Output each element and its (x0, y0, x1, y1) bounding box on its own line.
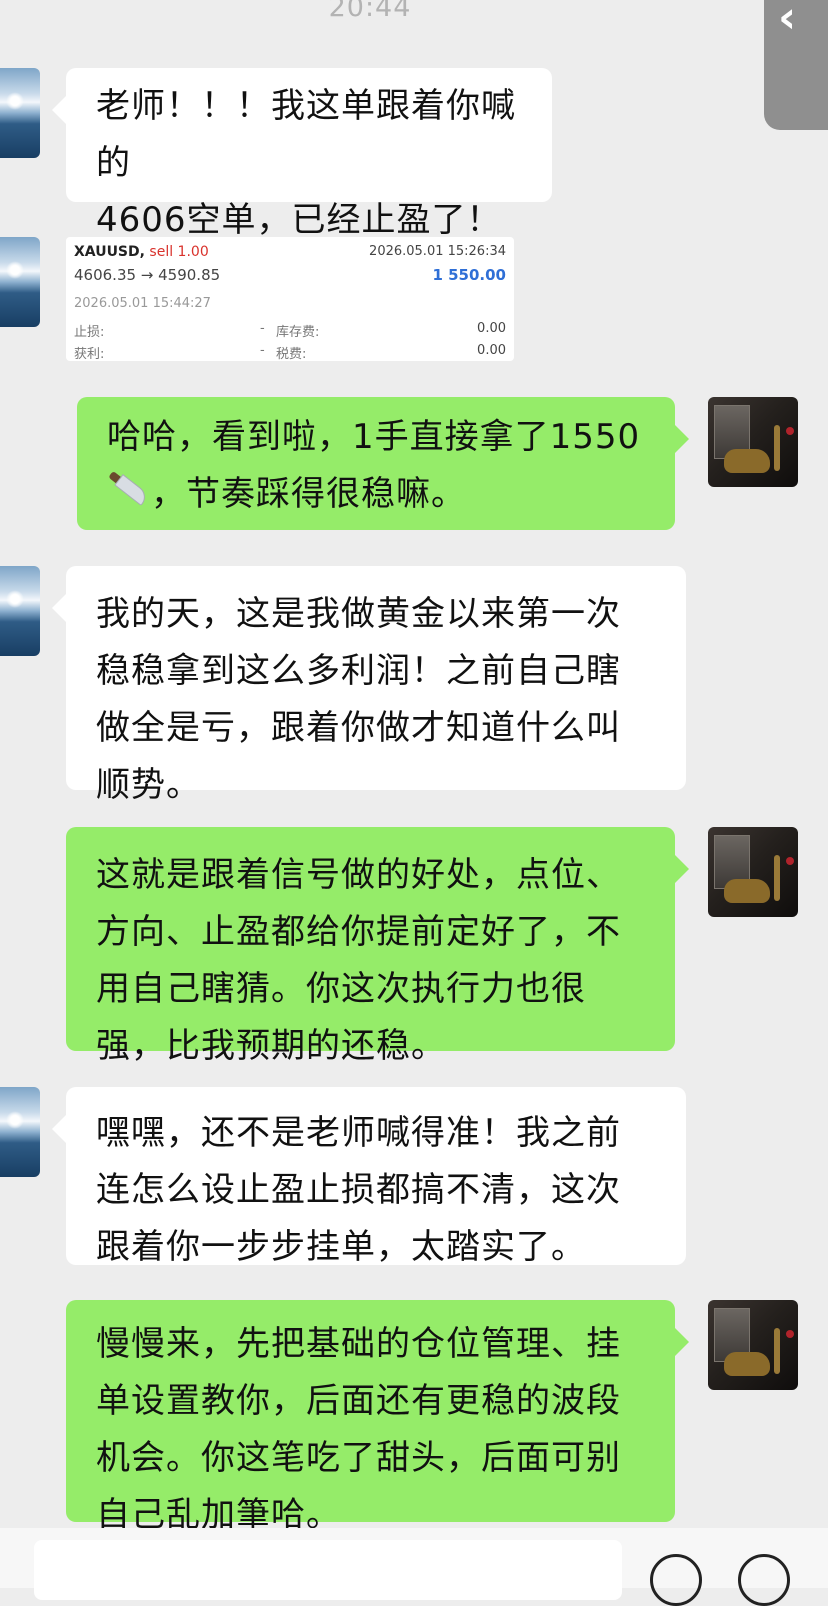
take-profit-value: - (260, 343, 265, 358)
message-bubble[interactable]: 哈哈，看到啦，1手直接拿了1550 ，节奏踩得很稳嘛。 (77, 397, 689, 530)
message-line: 用自己瞎猜。你这次执行力也很 (96, 969, 586, 1009)
message-line: 顺势。 (96, 765, 201, 805)
message-line: 连怎么设止盈止损都搞不清，这次 (96, 1170, 621, 1210)
message-bubble[interactable]: 嘿嘿，还不是老师喊得准！我之前 连怎么设止盈止损都搞不清，这次 跟着你一步步挂单… (52, 1087, 686, 1267)
my-avatar[interactable] (708, 1300, 798, 1390)
trade-price-range: 4606.35 → 4590.85 (74, 266, 221, 284)
message-line: 这就是跟着信号做的好处，点位、 (96, 855, 621, 895)
stop-loss-label: 止损: (74, 325, 105, 340)
message-line: 做全是亏，跟着你做才知道什么叫 (96, 708, 621, 748)
swap-label: 库存费: (276, 325, 320, 340)
message-input[interactable] (34, 1540, 622, 1600)
message-line: 哈哈，看到啦，1手直接拿了1550 (107, 417, 641, 457)
trade-symbol: XAUUSD, (74, 244, 145, 260)
my-avatar[interactable] (708, 827, 798, 917)
message-line: 跟着你一步步挂单，太踏实了。 (96, 1227, 586, 1267)
contact-avatar[interactable] (0, 566, 40, 656)
message-bubble[interactable]: 慢慢来，先把基础的仓位管理、挂 单设置教你，后面还有更稳的波段 机会。你这笔吃了… (66, 1300, 689, 1535)
message-line: 单设置教你，后面还有更稳的波段 (96, 1381, 621, 1421)
emoji-icon[interactable] (650, 1554, 702, 1606)
input-bar (0, 1528, 828, 1606)
status-time: 20:44 (328, 0, 412, 23)
message-line: 机会。你这笔吃了甜头，后面可别 (96, 1438, 621, 1478)
message-line: 强，比我预期的还稳。 (96, 1026, 446, 1066)
back-button[interactable]: ‹ (764, 0, 828, 130)
trade-open-time: 2026.05.01 15:26:34 (369, 244, 506, 259)
take-profit-label: 获利: (74, 347, 105, 362)
trade-side: sell 1.00 (149, 244, 209, 260)
stop-loss-value: - (260, 321, 265, 336)
trade-screenshot[interactable]: XAUUSD, sell 1.00 2026.05.01 15:26:34 46… (66, 237, 514, 362)
contact-avatar[interactable] (0, 237, 40, 327)
message-line: 我的天，这是我做黄金以来第一次 (96, 594, 621, 634)
message-line: 嘿嘿，还不是老师喊得准！我之前 (96, 1113, 621, 1153)
plus-icon[interactable] (738, 1554, 790, 1606)
my-avatar[interactable] (708, 397, 798, 487)
trade-close-time: 2026.05.01 15:44:27 (74, 296, 211, 311)
swap-value: 0.00 (477, 321, 506, 336)
tax-value: 0.00 (477, 343, 506, 358)
contact-avatar[interactable] (0, 68, 40, 158)
message-line: ，节奏踩得很稳嘛。 (151, 474, 466, 514)
message-line: 稳稳拿到这么多利润！之前自己瞎 (96, 651, 621, 691)
trade-profit: 1 550.00 (432, 266, 506, 284)
message-bubble[interactable]: 老师！！！我这单跟着你喊的 4606空单，已经止盈了！ (52, 68, 552, 240)
message-bubble[interactable]: 这就是跟着信号做的好处，点位、 方向、止盈都给你提前定好了，不 用自己瞎猜。你这… (66, 827, 689, 1066)
message-line: 方向、止盈都给你提前定好了，不 (96, 912, 621, 952)
tax-label: 税费: (276, 347, 307, 362)
contact-avatar[interactable] (0, 1087, 40, 1177)
message-line: 老师！！！我这单跟着你喊的 (96, 86, 516, 183)
message-bubble[interactable]: 我的天，这是我做黄金以来第一次 稳稳拿到这么多利润！之前自己瞎 做全是亏，跟着你… (52, 566, 686, 805)
chevron-left-icon: ‹ (778, 0, 797, 43)
knife-icon (107, 470, 151, 513)
message-line: 慢慢来，先把基础的仓位管理、挂 (96, 1324, 621, 1364)
